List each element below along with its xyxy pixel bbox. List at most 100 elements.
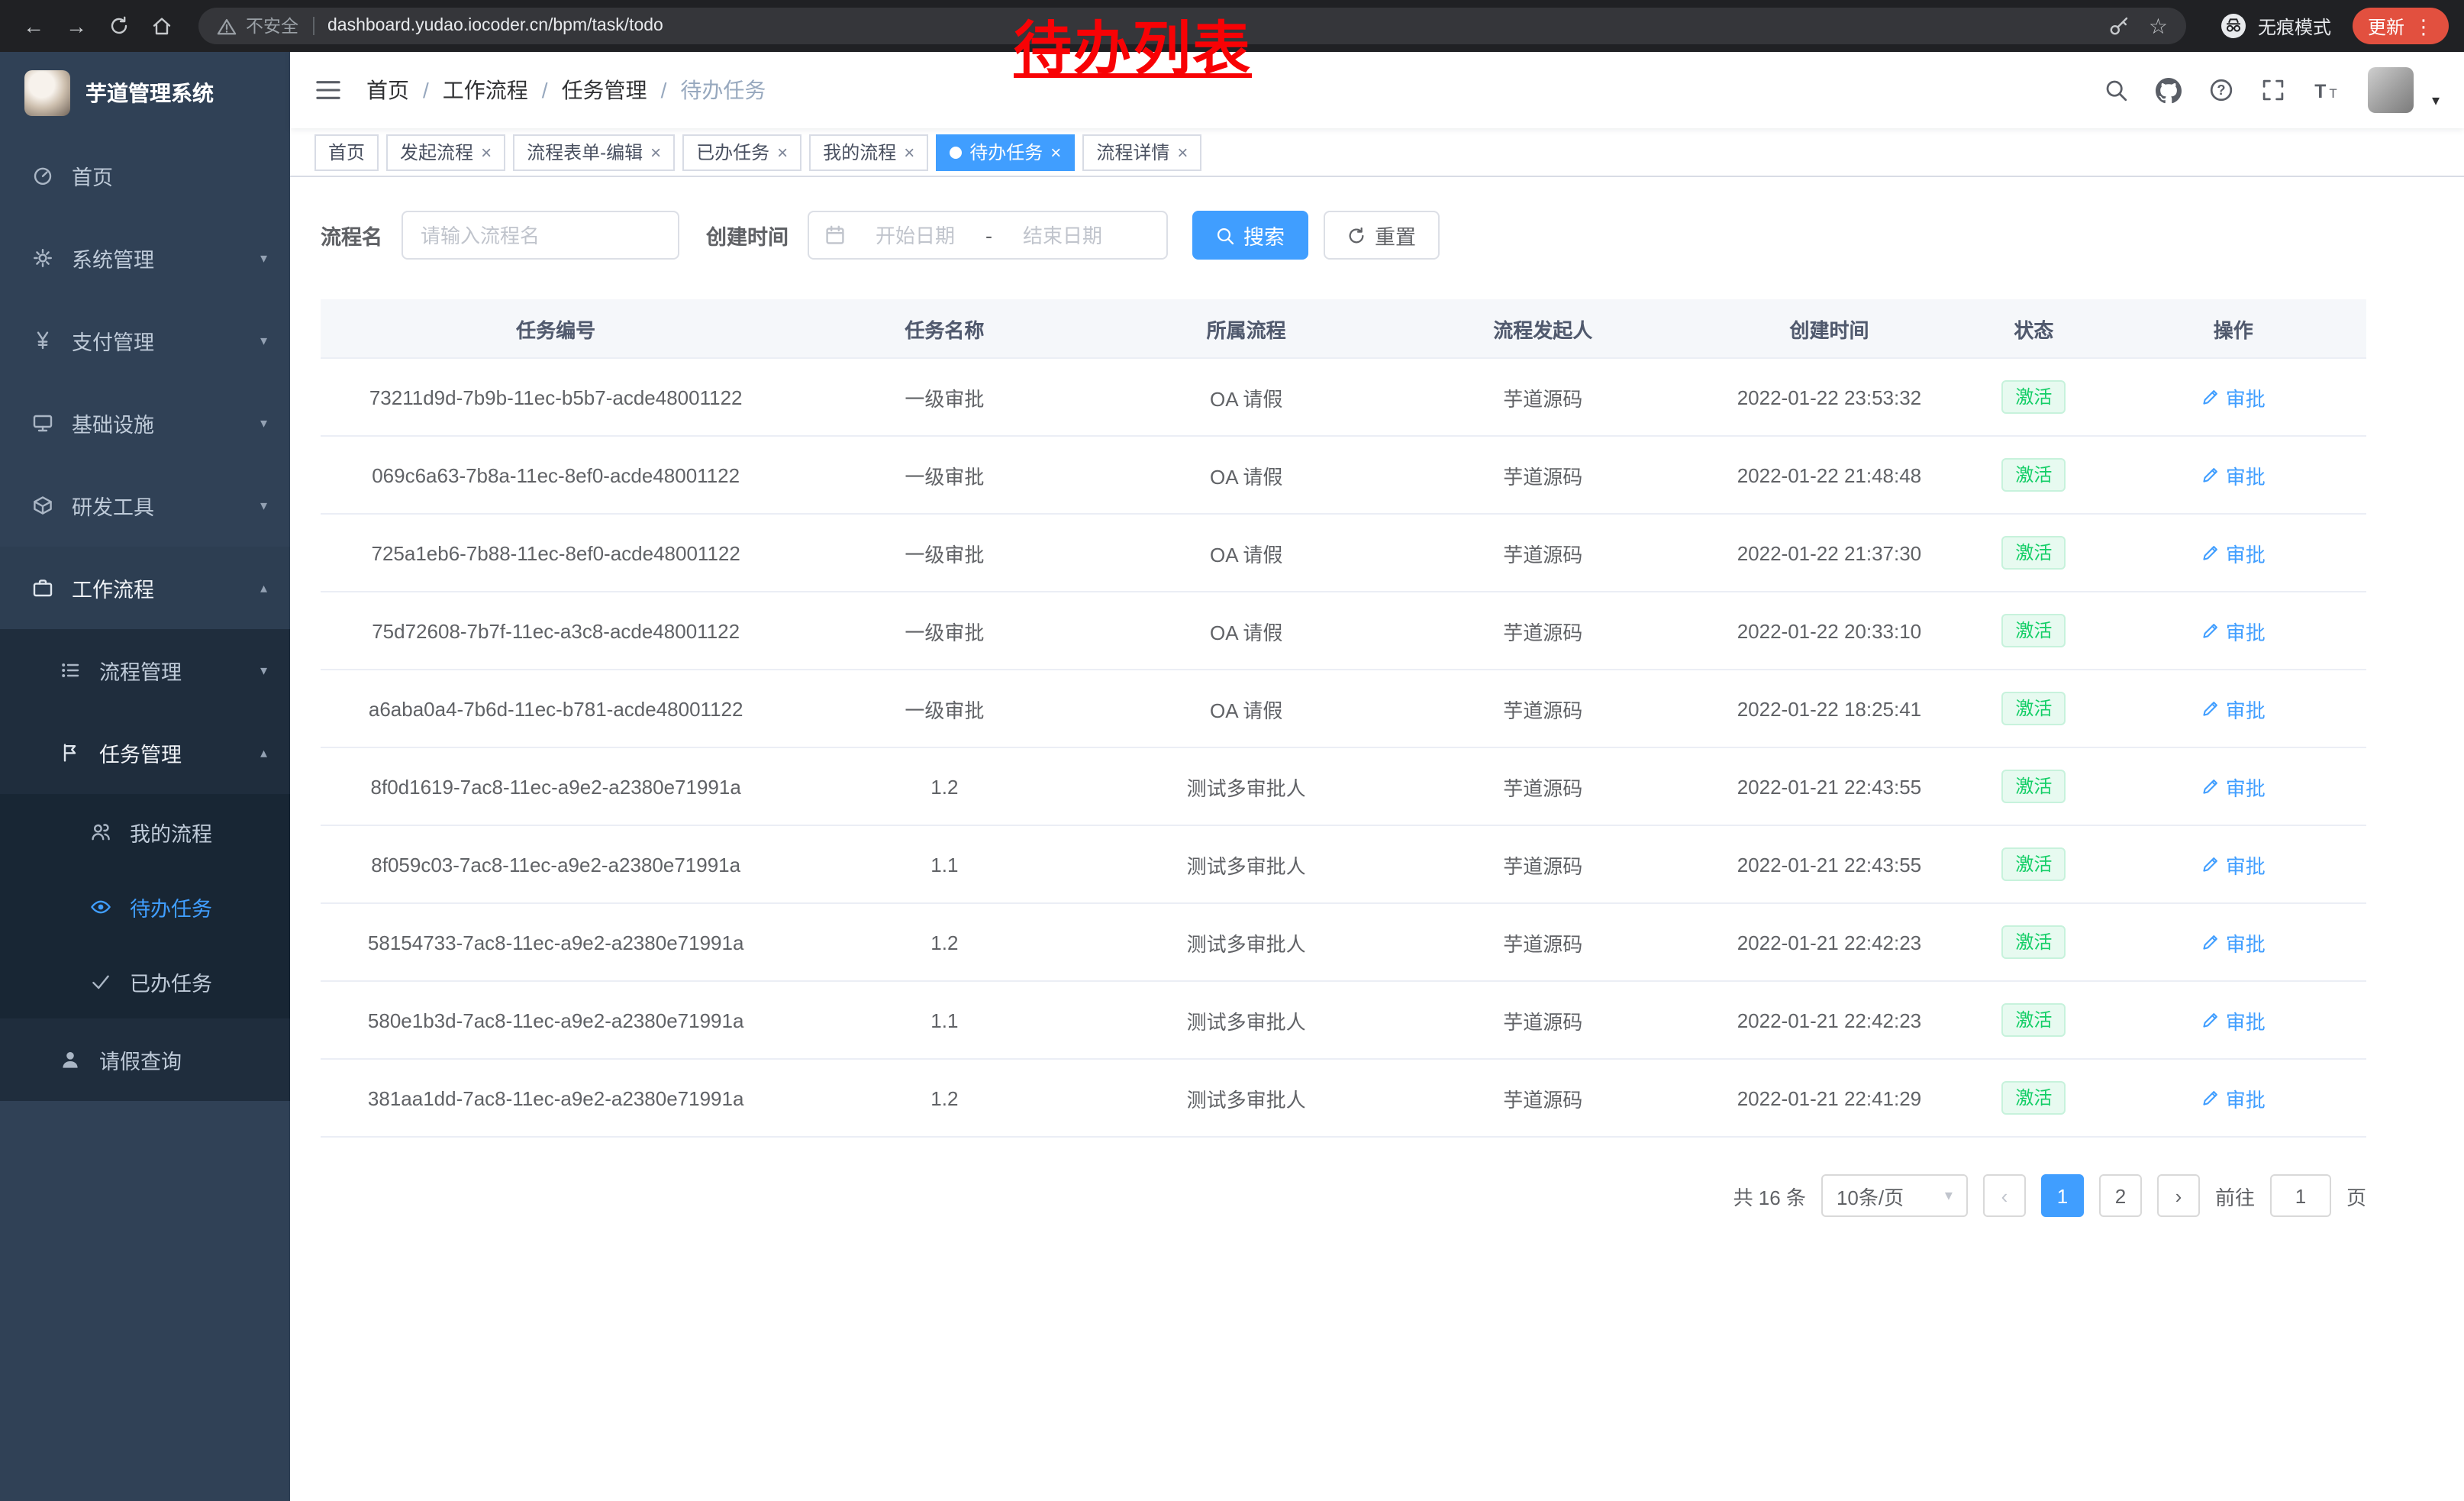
goto-page-input[interactable] [2270, 1174, 2331, 1217]
sidebar-item-todo-tasks[interactable]: 待办任务 [0, 869, 290, 944]
help-icon[interactable]: ? [2209, 78, 2233, 102]
approve-link[interactable]: 审批 [2201, 616, 2266, 645]
task-process: 测试多审批人 [1187, 932, 1306, 955]
sidebar-toggle-icon[interactable] [314, 76, 342, 104]
page-size-select[interactable]: 10条/页 ▾ [1821, 1174, 1968, 1217]
tab-start-process[interactable]: 发起流程 × [386, 134, 505, 170]
url-text: dashboard.yudao.iocoder.cn/bpm/task/todo [327, 17, 663, 35]
table-row: 580e1b3d-7ac8-11ec-a9e2-a2380e71991a 1.1… [321, 981, 2366, 1059]
update-button[interactable]: 更新 ⋮ [2353, 8, 2449, 44]
table-row: 8f0d1619-7ac8-11ec-a9e2-a2380e71991a 1.2… [321, 747, 2366, 825]
password-key-icon[interactable] [2109, 15, 2130, 37]
task-id: 8f0d1619-7ac8-11ec-a9e2-a2380e71991a [371, 775, 741, 798]
sidebar-item-home[interactable]: 首页 [0, 134, 290, 217]
page-button-2[interactable]: 2 [2099, 1174, 2142, 1217]
fullscreen-icon[interactable] [2261, 78, 2285, 102]
task-name: 一级审批 [905, 465, 984, 488]
task-name: 1.2 [930, 1086, 958, 1109]
monitor-icon [31, 412, 55, 434]
sidebar-item-done-tasks[interactable]: 已办任务 [0, 944, 290, 1018]
sidebar-item-process-management[interactable]: 流程管理 ▾ [0, 629, 290, 712]
prev-page-button[interactable]: ‹ [1983, 1174, 2026, 1217]
breadcrumb-workflow[interactable]: 工作流程 [443, 75, 528, 105]
reset-button[interactable]: 重置 [1323, 211, 1439, 260]
tree-list-icon [58, 660, 82, 681]
process-name-input[interactable] [401, 211, 679, 260]
table-row: 069c6a63-7b8a-11ec-8ef0-acde48001122 一级审… [321, 436, 2366, 514]
forward-icon[interactable]: → [58, 8, 95, 44]
approve-link[interactable]: 审批 [2201, 460, 2266, 489]
font-size-icon[interactable]: TT [2313, 78, 2340, 102]
sidebar-item-my-processes[interactable]: 我的流程 [0, 794, 290, 869]
tab-home[interactable]: 首页 [314, 134, 379, 170]
task-created-time: 2022-01-22 23:53:32 [1737, 386, 1921, 408]
date-range-picker[interactable]: - [807, 211, 1167, 260]
create-time-label: 创建时间 [706, 220, 789, 250]
briefcase-icon [31, 577, 55, 599]
sidebar-item-system[interactable]: 系统管理 ▾ [0, 217, 290, 299]
sidebar-item-devtools[interactable]: 研发工具 ▾ [0, 464, 290, 547]
column-header: 任务名称 [791, 299, 1098, 358]
task-name: 一级审批 [905, 387, 984, 410]
approve-link[interactable]: 审批 [2201, 1083, 2266, 1112]
reload-icon[interactable] [101, 8, 137, 44]
approve-link[interactable]: 审批 [2201, 850, 2266, 879]
bookmark-star-icon[interactable]: ☆ [2149, 13, 2168, 39]
gear-icon [31, 247, 55, 269]
status-badge: 激活 [2001, 1003, 2066, 1037]
task-process: 测试多审批人 [1187, 1088, 1306, 1111]
incognito-label: 无痕模式 [2258, 13, 2331, 39]
start-date-input[interactable] [854, 222, 976, 248]
tab-process-form-edit[interactable]: 流程表单-编辑 × [513, 134, 675, 170]
search-button[interactable]: 搜索 [1192, 211, 1308, 260]
approve-link[interactable]: 审批 [2201, 538, 2266, 567]
avatar-caret-icon[interactable]: ▾ [2432, 92, 2440, 109]
status-badge: 激活 [2001, 1081, 2066, 1115]
breadcrumb-home[interactable]: 首页 [366, 75, 409, 105]
user-avatar[interactable] [2368, 67, 2414, 113]
back-icon[interactable]: ← [15, 8, 52, 44]
approve-link[interactable]: 审批 [2201, 1006, 2266, 1035]
approve-link[interactable]: 审批 [2201, 928, 2266, 957]
sidebar-item-infrastructure[interactable]: 基础设施 ▾ [0, 382, 290, 464]
tab-todo-tasks[interactable]: 待办任务 × [936, 134, 1075, 170]
sidebar-item-workflow[interactable]: 工作流程 ▴ [0, 547, 290, 629]
task-created-time: 2022-01-22 20:33:10 [1737, 619, 1921, 642]
sidebar-item-leave-query[interactable]: 请假查询 [0, 1018, 290, 1101]
close-icon[interactable]: × [650, 143, 661, 161]
navbar: 首页 / 工作流程 / 任务管理 / 待办任务 ? [290, 52, 2464, 128]
tab-process-detail[interactable]: 流程详情 × [1082, 134, 1201, 170]
close-icon[interactable]: × [904, 143, 914, 161]
task-process: OA 请假 [1210, 465, 1282, 488]
next-page-button[interactable]: › [2157, 1174, 2200, 1217]
page-button-1[interactable]: 1 [2041, 1174, 2084, 1217]
incognito-icon [2220, 12, 2247, 40]
chevron-up-icon: ▴ [260, 744, 267, 761]
breadcrumb-task-management[interactable]: 任务管理 [562, 75, 647, 105]
tab-done-tasks[interactable]: 已办任务 × [682, 134, 801, 170]
approve-link[interactable]: 审批 [2201, 694, 2266, 723]
search-icon[interactable] [2104, 78, 2128, 102]
tab-my-processes[interactable]: 我的流程 × [809, 134, 928, 170]
sidebar-item-payment[interactable]: 支付管理 ▾ [0, 299, 290, 382]
close-icon[interactable]: × [1177, 143, 1188, 161]
task-process: OA 请假 [1210, 387, 1282, 410]
sidebar-item-task-management[interactable]: 任务管理 ▴ [0, 712, 290, 794]
browser-menu-icon[interactable]: ⋮ [2414, 16, 2433, 36]
github-icon[interactable] [2156, 77, 2182, 103]
app-title: 芋道管理系统 [85, 78, 214, 108]
task-name: 一级审批 [905, 699, 984, 721]
close-icon[interactable]: × [777, 143, 788, 161]
update-label: 更新 [2368, 13, 2404, 39]
home-icon[interactable] [144, 8, 180, 44]
column-header: 操作 [2101, 299, 2366, 358]
pagination: 共 16 条 10条/页 ▾ ‹ 1 2 › 前往 页 [321, 1174, 2366, 1217]
close-icon[interactable]: × [481, 143, 492, 161]
status-badge: 激活 [2001, 380, 2066, 414]
close-icon[interactable]: × [1050, 143, 1061, 161]
dashboard-icon [31, 165, 55, 186]
end-date-input[interactable] [1001, 222, 1124, 248]
approve-link[interactable]: 审批 [2201, 772, 2266, 801]
approve-link[interactable]: 审批 [2201, 383, 2266, 412]
task-process: 测试多审批人 [1187, 1010, 1306, 1033]
